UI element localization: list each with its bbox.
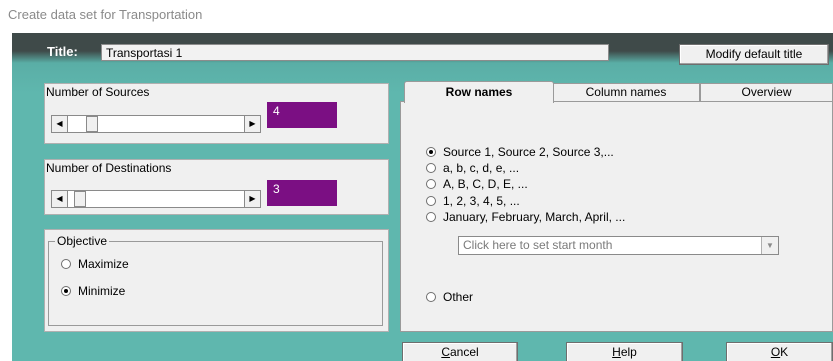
objective-label: Objective	[55, 234, 110, 248]
help-label: elp	[620, 345, 637, 359]
tab-overview[interactable]: Overview	[700, 83, 833, 101]
cancel-label: ancel	[449, 345, 479, 359]
ok-button[interactable]: OK	[726, 342, 833, 361]
destinations-value: 3	[267, 180, 337, 206]
destinations-scrollbar[interactable]: ◀ ▶	[51, 190, 261, 208]
option-label: Other	[443, 290, 474, 304]
radio-icon[interactable]	[426, 212, 436, 222]
radio-selected-icon[interactable]	[61, 286, 71, 296]
chevron-down-icon[interactable]: ▼	[761, 237, 778, 254]
scroll-left-icon[interactable]: ◀	[52, 191, 68, 207]
window-title: Create data set for Transportation	[8, 7, 203, 22]
ok-label: K	[780, 345, 789, 359]
radio-icon[interactable]	[426, 163, 436, 173]
radio-uppercase-letters[interactable]: A, B, C, D, E, ...	[426, 177, 528, 191]
sources-group: Number of Sources ◀ ▶ 4	[44, 83, 389, 144]
option-label: 1, 2, 3, 4, 5, ...	[443, 194, 520, 208]
radio-selected-icon[interactable]	[426, 147, 436, 157]
option-label: a, b, c, d, e, ...	[443, 161, 520, 175]
radio-minimize[interactable]: Minimize	[61, 284, 125, 298]
radio-other[interactable]: Other	[426, 290, 473, 304]
title-label: Title:	[47, 44, 78, 59]
start-month-placeholder: Click here to set start month	[463, 238, 613, 252]
modify-default-title-button[interactable]: Modify default title	[679, 44, 829, 65]
radio-source-names[interactable]: Source 1, Source 2, Source 3,...	[426, 145, 614, 159]
radio-maximize[interactable]: Maximize	[61, 257, 129, 271]
radio-numbers[interactable]: 1, 2, 3, 4, 5, ...	[426, 194, 520, 208]
tab-row-names[interactable]: Row names	[404, 81, 554, 103]
destinations-scroll-thumb[interactable]	[74, 191, 86, 207]
names-tabs: Row names Column names Overview Source 1…	[400, 81, 833, 332]
sources-value: 4	[267, 102, 337, 128]
objective-group: Objective Maximize Minimize	[48, 234, 383, 326]
scroll-left-icon[interactable]: ◀	[52, 116, 68, 132]
radio-lowercase-letters[interactable]: a, b, c, d, e, ...	[426, 161, 519, 175]
radio-months[interactable]: January, February, March, April, ...	[426, 210, 625, 224]
cancel-button[interactable]: Cancel	[402, 342, 518, 361]
scroll-right-icon[interactable]: ▶	[244, 191, 260, 207]
help-accel: H	[612, 345, 621, 359]
maximize-label: Maximize	[78, 257, 129, 271]
option-label: A, B, C, D, E, ...	[443, 177, 528, 191]
radio-icon[interactable]	[61, 259, 71, 269]
scroll-right-icon[interactable]: ▶	[244, 116, 260, 132]
minimize-label: Minimize	[78, 284, 126, 298]
radio-icon[interactable]	[426, 179, 436, 189]
start-month-select[interactable]: Click here to set start month ▼	[458, 236, 779, 255]
destinations-label: Number of Destinations	[46, 161, 172, 175]
option-label: Source 1, Source 2, Source 3,...	[443, 145, 614, 159]
sources-label: Number of Sources	[46, 85, 150, 99]
transportation-dialog: Title: Transportasi 1 Modify default tit…	[12, 33, 833, 361]
objective-panel: Objective Maximize Minimize	[44, 229, 389, 332]
row-names-panel: Source 1, Source 2, Source 3,... a, b, c…	[400, 101, 833, 332]
sources-scrollbar[interactable]: ◀ ▶	[51, 115, 261, 133]
destinations-group: Number of Destinations ◀ ▶ 3	[44, 159, 389, 215]
ok-accel: O	[770, 345, 781, 359]
title-input[interactable]: Transportasi 1	[101, 44, 609, 61]
cancel-accel: C	[441, 345, 450, 359]
option-label: January, February, March, April, ...	[443, 210, 626, 224]
radio-icon[interactable]	[426, 196, 436, 206]
radio-icon[interactable]	[426, 292, 436, 302]
sources-scroll-thumb[interactable]	[86, 116, 98, 132]
tab-column-names[interactable]: Column names	[552, 83, 700, 101]
help-button[interactable]: Help	[566, 342, 683, 361]
